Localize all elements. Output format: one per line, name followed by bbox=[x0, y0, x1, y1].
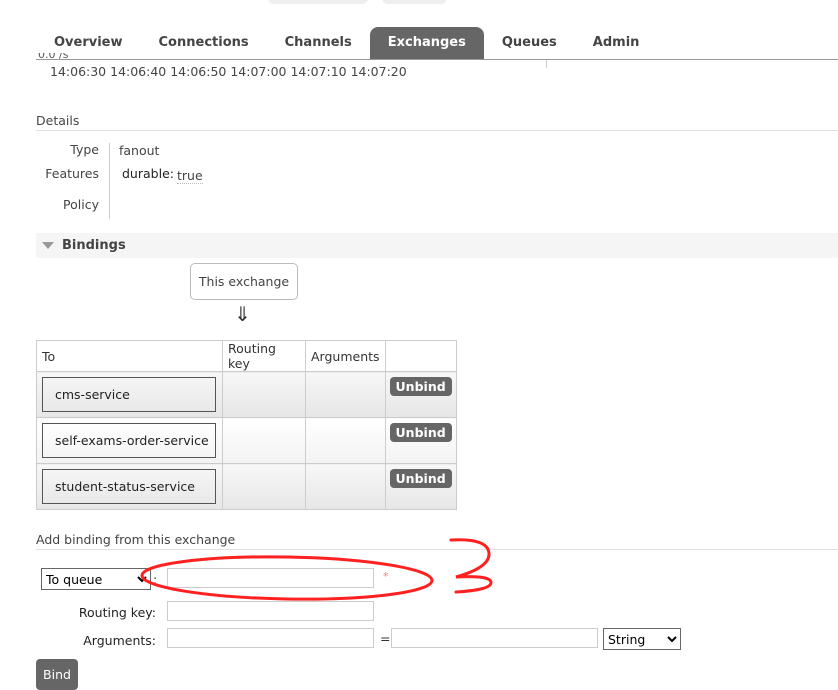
annotation-ellipse bbox=[140, 555, 434, 601]
annotation-number-3 bbox=[449, 538, 493, 594]
red-annotation bbox=[140, 538, 493, 601]
